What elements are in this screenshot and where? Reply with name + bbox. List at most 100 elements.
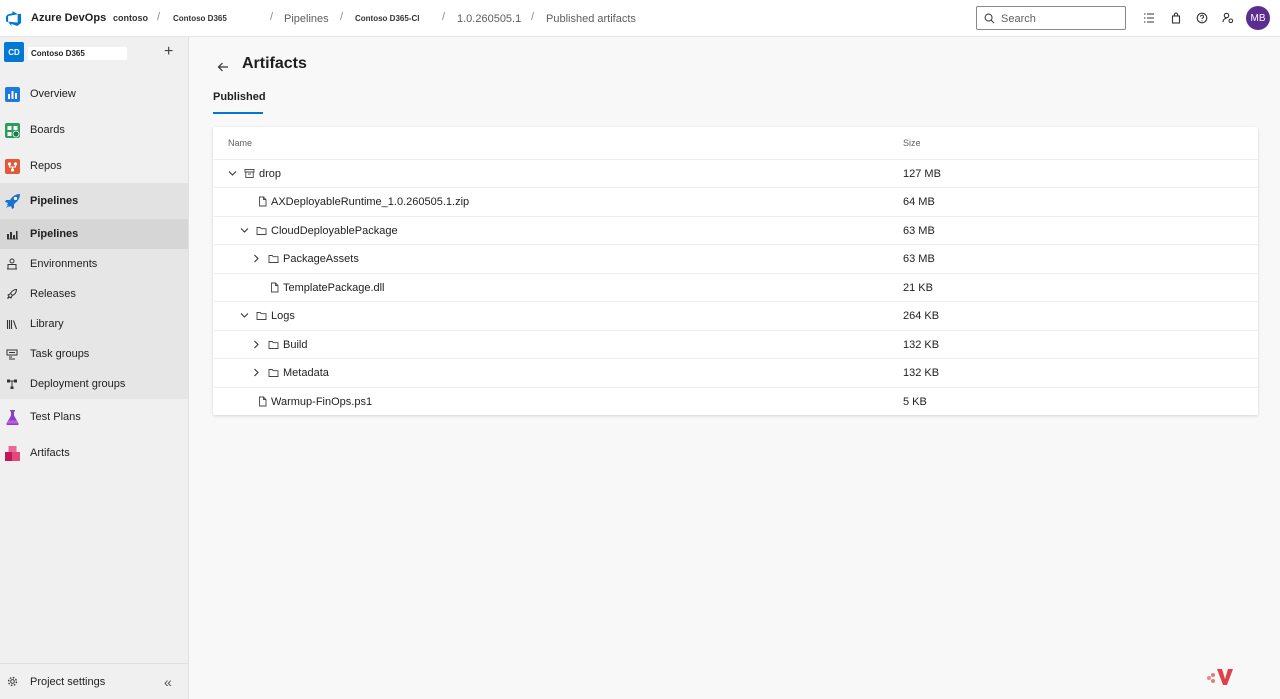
table-row[interactable]: CloudDeployablePackage 63 MB bbox=[213, 216, 1258, 244]
breadcrumb-separator: / bbox=[270, 11, 274, 23]
row-size: 63 MB bbox=[903, 225, 935, 237]
row-name[interactable]: AXDeployableRuntime_1.0.260505.1.zip bbox=[271, 196, 469, 208]
sidebar-subitem-environments[interactable]: Environments bbox=[0, 249, 188, 279]
page-title: Artifacts bbox=[242, 55, 307, 72]
sidebar-item-test-plans[interactable]: Test Plans bbox=[0, 399, 188, 435]
sidebar-item-label: Test Plans bbox=[30, 411, 81, 423]
org-name[interactable]: contoso bbox=[113, 13, 148, 23]
table-row[interactable]: Logs 264 KB bbox=[213, 301, 1258, 329]
watermark-logo-icon bbox=[1207, 669, 1233, 685]
sidebar-subitem-label: Pipelines bbox=[30, 228, 79, 240]
sidebar-item-label: Repos bbox=[30, 160, 62, 172]
table-row[interactable]: Metadata 132 KB bbox=[213, 358, 1258, 386]
row-name[interactable]: TemplatePackage.dll bbox=[283, 282, 385, 294]
chevron-down-icon[interactable] bbox=[240, 311, 249, 320]
top-bar: Azure DevOps contoso / Contoso D365 / Pi… bbox=[0, 0, 1280, 37]
deployment-groups-icon bbox=[7, 379, 17, 389]
task-list-icon[interactable] bbox=[1143, 12, 1155, 24]
chevron-down-icon[interactable] bbox=[228, 169, 237, 178]
user-settings-icon[interactable] bbox=[1222, 12, 1234, 24]
releases-icon bbox=[7, 288, 18, 299]
sidebar-subitem-pipelines[interactable]: Pipelines bbox=[0, 219, 188, 249]
sidebar-item-artifacts[interactable]: Artifacts bbox=[0, 435, 188, 471]
artifact-box-icon bbox=[244, 169, 255, 178]
chevron-right-icon[interactable] bbox=[252, 368, 261, 377]
row-name[interactable]: Warmup-FinOps.ps1 bbox=[271, 396, 372, 408]
pipelines-icon bbox=[5, 193, 20, 209]
sidebar-subitem-label: Releases bbox=[30, 288, 76, 300]
table-row[interactable]: TemplatePackage.dll 21 KB bbox=[213, 273, 1258, 301]
sidebar-subitem-deployment-groups[interactable]: Deployment groups bbox=[0, 369, 188, 399]
sidebar-item-overview[interactable]: Overview bbox=[0, 76, 188, 112]
breadcrumb-run[interactable]: 1.0.260505.1 bbox=[457, 13, 521, 25]
breadcrumb-pipeline-name[interactable]: Contoso D365-CI bbox=[355, 14, 419, 23]
row-name[interactable]: Metadata bbox=[283, 367, 329, 379]
column-header-size[interactable]: Size bbox=[903, 138, 921, 148]
pipelines-sub-icon bbox=[7, 231, 18, 240]
artifacts-icon bbox=[5, 445, 20, 461]
folder-icon bbox=[256, 312, 267, 320]
row-name[interactable]: PackageAssets bbox=[283, 253, 359, 265]
overview-icon bbox=[5, 86, 20, 102]
project-settings[interactable]: Project settings « bbox=[0, 663, 188, 699]
gear-icon bbox=[7, 676, 18, 687]
table-row[interactable]: AXDeployableRuntime_1.0.260505.1.zip 64 … bbox=[213, 187, 1258, 215]
sidebar-subitem-library[interactable]: Library bbox=[0, 309, 188, 339]
row-name[interactable]: Build bbox=[283, 339, 307, 351]
environments-icon bbox=[7, 258, 17, 270]
brand-name[interactable]: Azure DevOps bbox=[31, 12, 106, 24]
table-row[interactable]: PackageAssets 63 MB bbox=[213, 244, 1258, 272]
azure-devops-logo-icon[interactable] bbox=[5, 10, 22, 27]
row-size: 127 MB bbox=[903, 168, 941, 180]
row-size: 21 KB bbox=[903, 282, 933, 294]
help-icon[interactable] bbox=[1196, 12, 1208, 24]
row-size: 132 KB bbox=[903, 339, 940, 351]
chevron-right-icon[interactable] bbox=[252, 340, 261, 349]
breadcrumb-separator: / bbox=[442, 11, 446, 23]
file-icon bbox=[259, 196, 267, 207]
search-icon bbox=[984, 13, 995, 24]
back-arrow-icon[interactable] bbox=[216, 60, 230, 74]
search-box[interactable] bbox=[976, 6, 1126, 30]
sidebar-subitem-releases[interactable]: Releases bbox=[0, 279, 188, 309]
sidebar-subitem-label: Deployment groups bbox=[30, 378, 126, 390]
tab-published[interactable]: Published bbox=[213, 91, 266, 103]
project-badge[interactable]: CD bbox=[4, 42, 24, 62]
folder-icon bbox=[268, 255, 279, 263]
row-size: 64 MB bbox=[903, 196, 935, 208]
task-groups-icon bbox=[6, 349, 18, 360]
pipelines-submenu: Pipelines Environments Releases Library … bbox=[0, 219, 188, 399]
sidebar-subitem-task-groups[interactable]: Task groups bbox=[0, 339, 188, 369]
chevron-down-icon[interactable] bbox=[240, 226, 249, 235]
column-header-name[interactable]: Name bbox=[228, 138, 252, 148]
row-size: 264 KB bbox=[903, 310, 940, 322]
row-name[interactable]: drop bbox=[259, 168, 281, 180]
sidebar-item-pipelines[interactable]: Pipelines bbox=[0, 183, 188, 219]
sidebar-item-repos[interactable]: Repos bbox=[0, 148, 188, 184]
project-name[interactable]: Contoso D365 bbox=[28, 47, 127, 60]
add-icon[interactable]: + bbox=[164, 44, 173, 60]
sidebar-subitem-label: Library bbox=[30, 318, 64, 330]
repos-icon bbox=[5, 158, 20, 174]
sidebar-subitem-label: Task groups bbox=[30, 348, 90, 360]
file-icon bbox=[271, 282, 279, 293]
row-size: 63 MB bbox=[903, 253, 935, 265]
tab-active-indicator bbox=[213, 112, 263, 114]
breadcrumb-pipelines[interactable]: Pipelines bbox=[284, 13, 329, 25]
collapse-sidebar-icon[interactable]: « bbox=[164, 674, 172, 690]
row-name[interactable]: CloudDeployablePackage bbox=[271, 225, 398, 237]
sidebar-item-boards[interactable]: Boards bbox=[0, 112, 188, 148]
avatar[interactable]: MB bbox=[1246, 6, 1270, 30]
sidebar-item-label: Pipelines bbox=[30, 195, 79, 207]
table-row[interactable]: drop 127 MB bbox=[213, 159, 1258, 187]
artifacts-table: Name Size drop 127 MB AXDeployableRuntim… bbox=[213, 127, 1258, 415]
breadcrumb-project[interactable]: Contoso D365 bbox=[173, 14, 227, 23]
table-row[interactable]: Build 132 KB bbox=[213, 330, 1258, 358]
boards-icon bbox=[5, 122, 20, 138]
shopping-bag-icon[interactable] bbox=[1170, 12, 1182, 24]
row-name[interactable]: Logs bbox=[271, 310, 295, 322]
search-input[interactable] bbox=[1001, 11, 1119, 26]
row-size: 132 KB bbox=[903, 367, 940, 379]
table-row[interactable]: Warmup-FinOps.ps1 5 KB bbox=[213, 387, 1258, 415]
chevron-right-icon[interactable] bbox=[252, 254, 261, 263]
